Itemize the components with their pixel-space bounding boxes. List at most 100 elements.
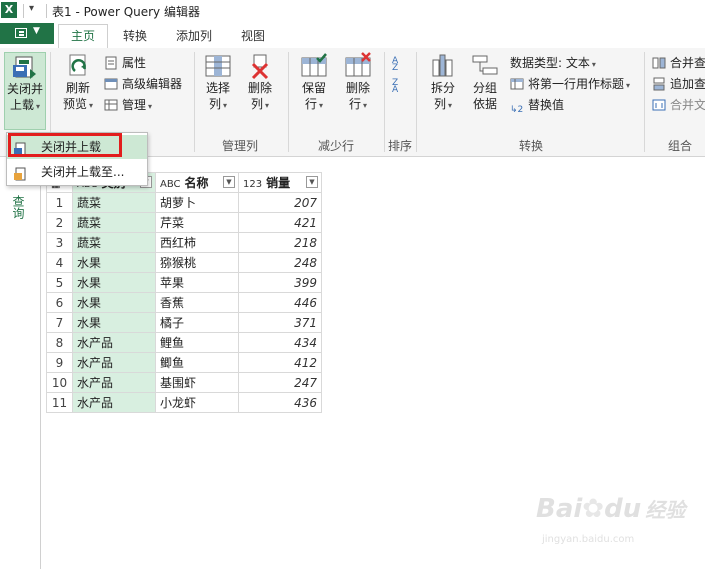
table-row[interactable]: 6 水果 香蕉 446 [46, 292, 322, 313]
properties-button[interactable]: 属性 [104, 54, 146, 73]
sort-descending-button[interactable]: ZA [392, 76, 410, 95]
menu-item-close-and-load-to[interactable]: 关闭并上载至... [7, 160, 147, 184]
divider [288, 52, 289, 152]
cell-sales[interactable]: 247 [238, 372, 322, 393]
cell-sales[interactable]: 421 [238, 212, 322, 233]
cell-name[interactable]: 基围虾 [155, 372, 239, 393]
remove-rows-button[interactable]: 删除 行 ▾ [338, 52, 378, 114]
cell-category[interactable]: 蔬菜 [72, 192, 156, 213]
column-header-sales[interactable]: 123 销量 ▼ [238, 172, 322, 193]
cell-name[interactable]: 鲫鱼 [155, 352, 239, 373]
row-number[interactable]: 11 [46, 392, 73, 413]
cell-name[interactable]: 胡萝卜 [155, 192, 239, 213]
cell-category[interactable]: 水产品 [72, 392, 156, 413]
table-row[interactable]: 9 水产品 鲫鱼 412 [46, 352, 322, 373]
table-row[interactable]: 10 水产品 基围虾 247 [46, 372, 322, 393]
tab-transform[interactable]: 转换 [112, 25, 158, 47]
cell-category[interactable]: 水产品 [72, 332, 156, 353]
group-label-transform: 转换 [518, 139, 543, 153]
manage-button[interactable]: 管理 ▾ [104, 96, 152, 115]
table-row[interactable]: 8 水产品 鲤鱼 434 [46, 332, 322, 353]
cell-sales[interactable]: 399 [238, 272, 322, 293]
cell-category[interactable]: 水果 [72, 272, 156, 293]
row-number[interactable]: 10 [46, 372, 73, 393]
chevron-down-icon: ▼ [33, 26, 40, 36]
cell-category[interactable]: 水果 [72, 252, 156, 273]
row-number[interactable]: 2 [46, 212, 73, 233]
refresh-preview-button[interactable]: 刷新 预览 ▾ [58, 52, 98, 114]
tab-view[interactable]: 视图 [230, 25, 276, 47]
row-number[interactable]: 5 [46, 272, 73, 293]
table-row[interactable]: 2 蔬菜 芹菜 421 [46, 212, 322, 233]
append-queries-label: 追加查 [670, 77, 705, 91]
cell-name[interactable]: 芹菜 [155, 212, 239, 233]
cell-name[interactable]: 小龙虾 [155, 392, 239, 413]
data-type-dropdown[interactable]: 数据类型: 文本 ▾ [510, 54, 596, 73]
row-number[interactable]: 1 [46, 192, 73, 213]
use-first-row-as-headers-button[interactable]: 将第一行用作标题 ▾ [510, 75, 630, 94]
replace-values-button[interactable]: ↳2 替换值 [510, 96, 564, 115]
queries-pane-label[interactable]: 查询 [10, 195, 27, 219]
cell-category[interactable]: 蔬菜 [72, 212, 156, 233]
cell-sales[interactable]: 248 [238, 252, 322, 273]
cell-name[interactable]: 橘子 [155, 312, 239, 333]
table-row[interactable]: 1 蔬菜 胡萝卜 207 [46, 192, 322, 213]
menu-item-label: 关闭并上载至... [41, 165, 125, 179]
text-type-icon[interactable]: ABC [160, 179, 181, 190]
merge-queries-button[interactable]: 合并查 [652, 54, 705, 73]
tab-add-column[interactable]: 添加列 [166, 25, 222, 47]
table-row[interactable]: 11 水产品 小龙虾 436 [46, 392, 322, 413]
excel-icon[interactable]: X [1, 2, 17, 18]
cell-sales[interactable]: 436 [238, 392, 322, 413]
cell-name[interactable]: 苹果 [155, 272, 239, 293]
cell-sales[interactable]: 434 [238, 332, 322, 353]
cell-sales[interactable]: 371 [238, 312, 322, 333]
row-number[interactable]: 3 [46, 232, 73, 253]
cell-category[interactable]: 水果 [72, 312, 156, 333]
table-row[interactable]: 5 水果 苹果 399 [46, 272, 322, 293]
choose-columns-button[interactable]: 选择 列 ▾ [200, 52, 236, 114]
cell-category[interactable]: 水果 [72, 292, 156, 313]
table-row[interactable]: 7 水果 橘子 371 [46, 312, 322, 333]
tab-home[interactable]: 主页 [58, 24, 108, 49]
filter-dropdown-icon[interactable]: ▼ [306, 176, 318, 188]
first-row-header-label: 将第一行用作标题 [528, 77, 625, 91]
chevron-down-icon: ▾ [223, 101, 228, 110]
cell-sales[interactable]: 218 [238, 232, 322, 253]
remove-columns-button[interactable]: 删除 列 ▾ [242, 52, 278, 114]
group-by-button[interactable]: 分组 依据 [466, 52, 504, 112]
cell-sales[interactable]: 207 [238, 192, 322, 213]
split-column-label-line2: 列 ▾ [433, 97, 453, 111]
row-number[interactable]: 8 [46, 332, 73, 353]
cell-category[interactable]: 水产品 [72, 352, 156, 373]
cell-sales[interactable]: 412 [238, 352, 322, 373]
combine-files-button[interactable]: 合并文 [652, 96, 705, 115]
number-type-icon[interactable]: 123 [243, 179, 262, 190]
cell-name[interactable]: 猕猴桃 [155, 252, 239, 273]
row-number[interactable]: 6 [46, 292, 73, 313]
column-header-label: 销量 [266, 176, 291, 190]
filter-dropdown-icon[interactable]: ▼ [223, 176, 235, 188]
row-number[interactable]: 7 [46, 312, 73, 333]
table-row[interactable]: 4 水果 猕猴桃 248 [46, 252, 322, 273]
choose-columns-label-line1: 选择 [205, 81, 230, 95]
table-icon [104, 98, 118, 112]
append-queries-button[interactable]: 追加查 [652, 75, 705, 94]
row-number[interactable]: 9 [46, 352, 73, 373]
file-menu-button[interactable]: ▼ [0, 23, 54, 44]
cell-sales[interactable]: 446 [238, 292, 322, 313]
sort-ascending-button[interactable]: AZ [392, 54, 410, 73]
keep-rows-button[interactable]: 保留 行 ▾ [294, 52, 334, 114]
split-column-button[interactable]: 拆分 列 ▾ [424, 52, 462, 114]
row-number[interactable]: 4 [46, 252, 73, 273]
cell-name[interactable]: 香蕉 [155, 292, 239, 313]
table-row[interactable]: 3 蔬菜 西红柿 218 [46, 232, 322, 253]
cell-category[interactable]: 水产品 [72, 372, 156, 393]
cell-category[interactable]: 蔬菜 [72, 232, 156, 253]
advanced-editor-button[interactable]: 高级编辑器 [104, 75, 182, 94]
quick-access-dropdown-icon[interactable]: ▾ [29, 3, 34, 14]
close-and-load-button[interactable]: 关闭并 上载 ▾ [4, 52, 46, 130]
cell-name[interactable]: 鲤鱼 [155, 332, 239, 353]
column-header-name[interactable]: ABC 名称 ▼ [155, 172, 239, 193]
cell-name[interactable]: 西红柿 [155, 232, 239, 253]
